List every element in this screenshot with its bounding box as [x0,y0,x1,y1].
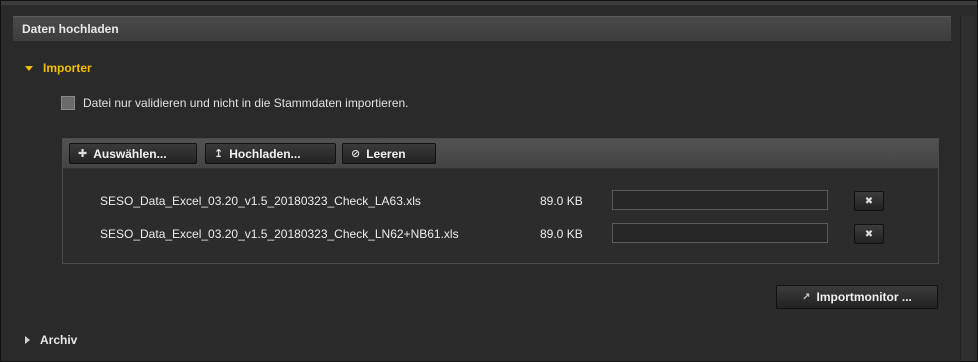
file-name: SESO_Data_Excel_03.20_v1.5_20180323_Chec… [100,194,421,208]
remove-file-button[interactable]: ✖ [854,224,884,244]
file-row: SESO_Data_Excel_03.20_v1.5_20180323_Chec… [63,190,938,212]
vertical-scrollbar[interactable] [960,16,975,361]
file-name: SESO_Data_Excel_03.20_v1.5_20180323_Chec… [100,227,459,241]
file-size: 89.0 KB [540,227,583,241]
upload-progress-bar [612,190,828,210]
file-size: 89.0 KB [540,194,583,208]
panel-header: Daten hochladen [13,16,951,42]
upload-window: Daten hochladen Importer Datei nur valid… [0,0,978,362]
file-uploader: ✚ Auswählen... ↥ Hochladen... ⊘ Leeren S… [62,138,939,264]
close-icon: ✖ [864,228,874,240]
file-row: SESO_Data_Excel_03.20_v1.5_20180323_Chec… [63,223,938,245]
panel-body: Importer Datei nur validieren und nicht … [13,41,951,361]
top-strip [1,1,977,5]
clear-button[interactable]: ⊘ Leeren [342,143,436,164]
plus-icon: ✚ [78,148,88,160]
panel-title: Daten hochladen [22,22,119,36]
expanded-triangle-icon [25,65,33,71]
select-files-button[interactable]: ✚ Auswählen... [69,143,197,164]
select-files-label: Auswählen... [93,146,167,161]
archiv-section-label: Archiv [40,333,78,347]
validate-only-label: Datei nur validieren und nicht in die St… [83,96,409,110]
upload-progress-bar [612,223,828,243]
clear-label: Leeren [366,146,406,161]
uploader-toolbar: ✚ Auswählen... ↥ Hochladen... ⊘ Leeren [63,139,938,169]
upload-label: Hochladen... [229,146,301,161]
importmonitor-button[interactable]: ↗ Importmonitor ... [776,285,938,309]
external-link-icon: ↗ [802,291,811,303]
upload-arrow-icon: ↥ [214,148,224,160]
importer-section-toggle[interactable]: Importer [25,61,92,75]
close-icon: ✖ [864,195,874,207]
archiv-section-toggle[interactable]: Archiv [25,333,77,347]
clear-circle-icon: ⊘ [351,148,361,160]
remove-file-button[interactable]: ✖ [854,191,884,211]
upload-button[interactable]: ↥ Hochladen... [205,143,336,164]
validate-only-row[interactable]: Datei nur validieren und nicht in die St… [61,96,409,110]
validate-only-checkbox[interactable] [61,96,75,110]
collapsed-triangle-icon [25,336,30,344]
importer-section-label: Importer [43,61,92,75]
importmonitor-label: Importmonitor ... [816,290,912,304]
